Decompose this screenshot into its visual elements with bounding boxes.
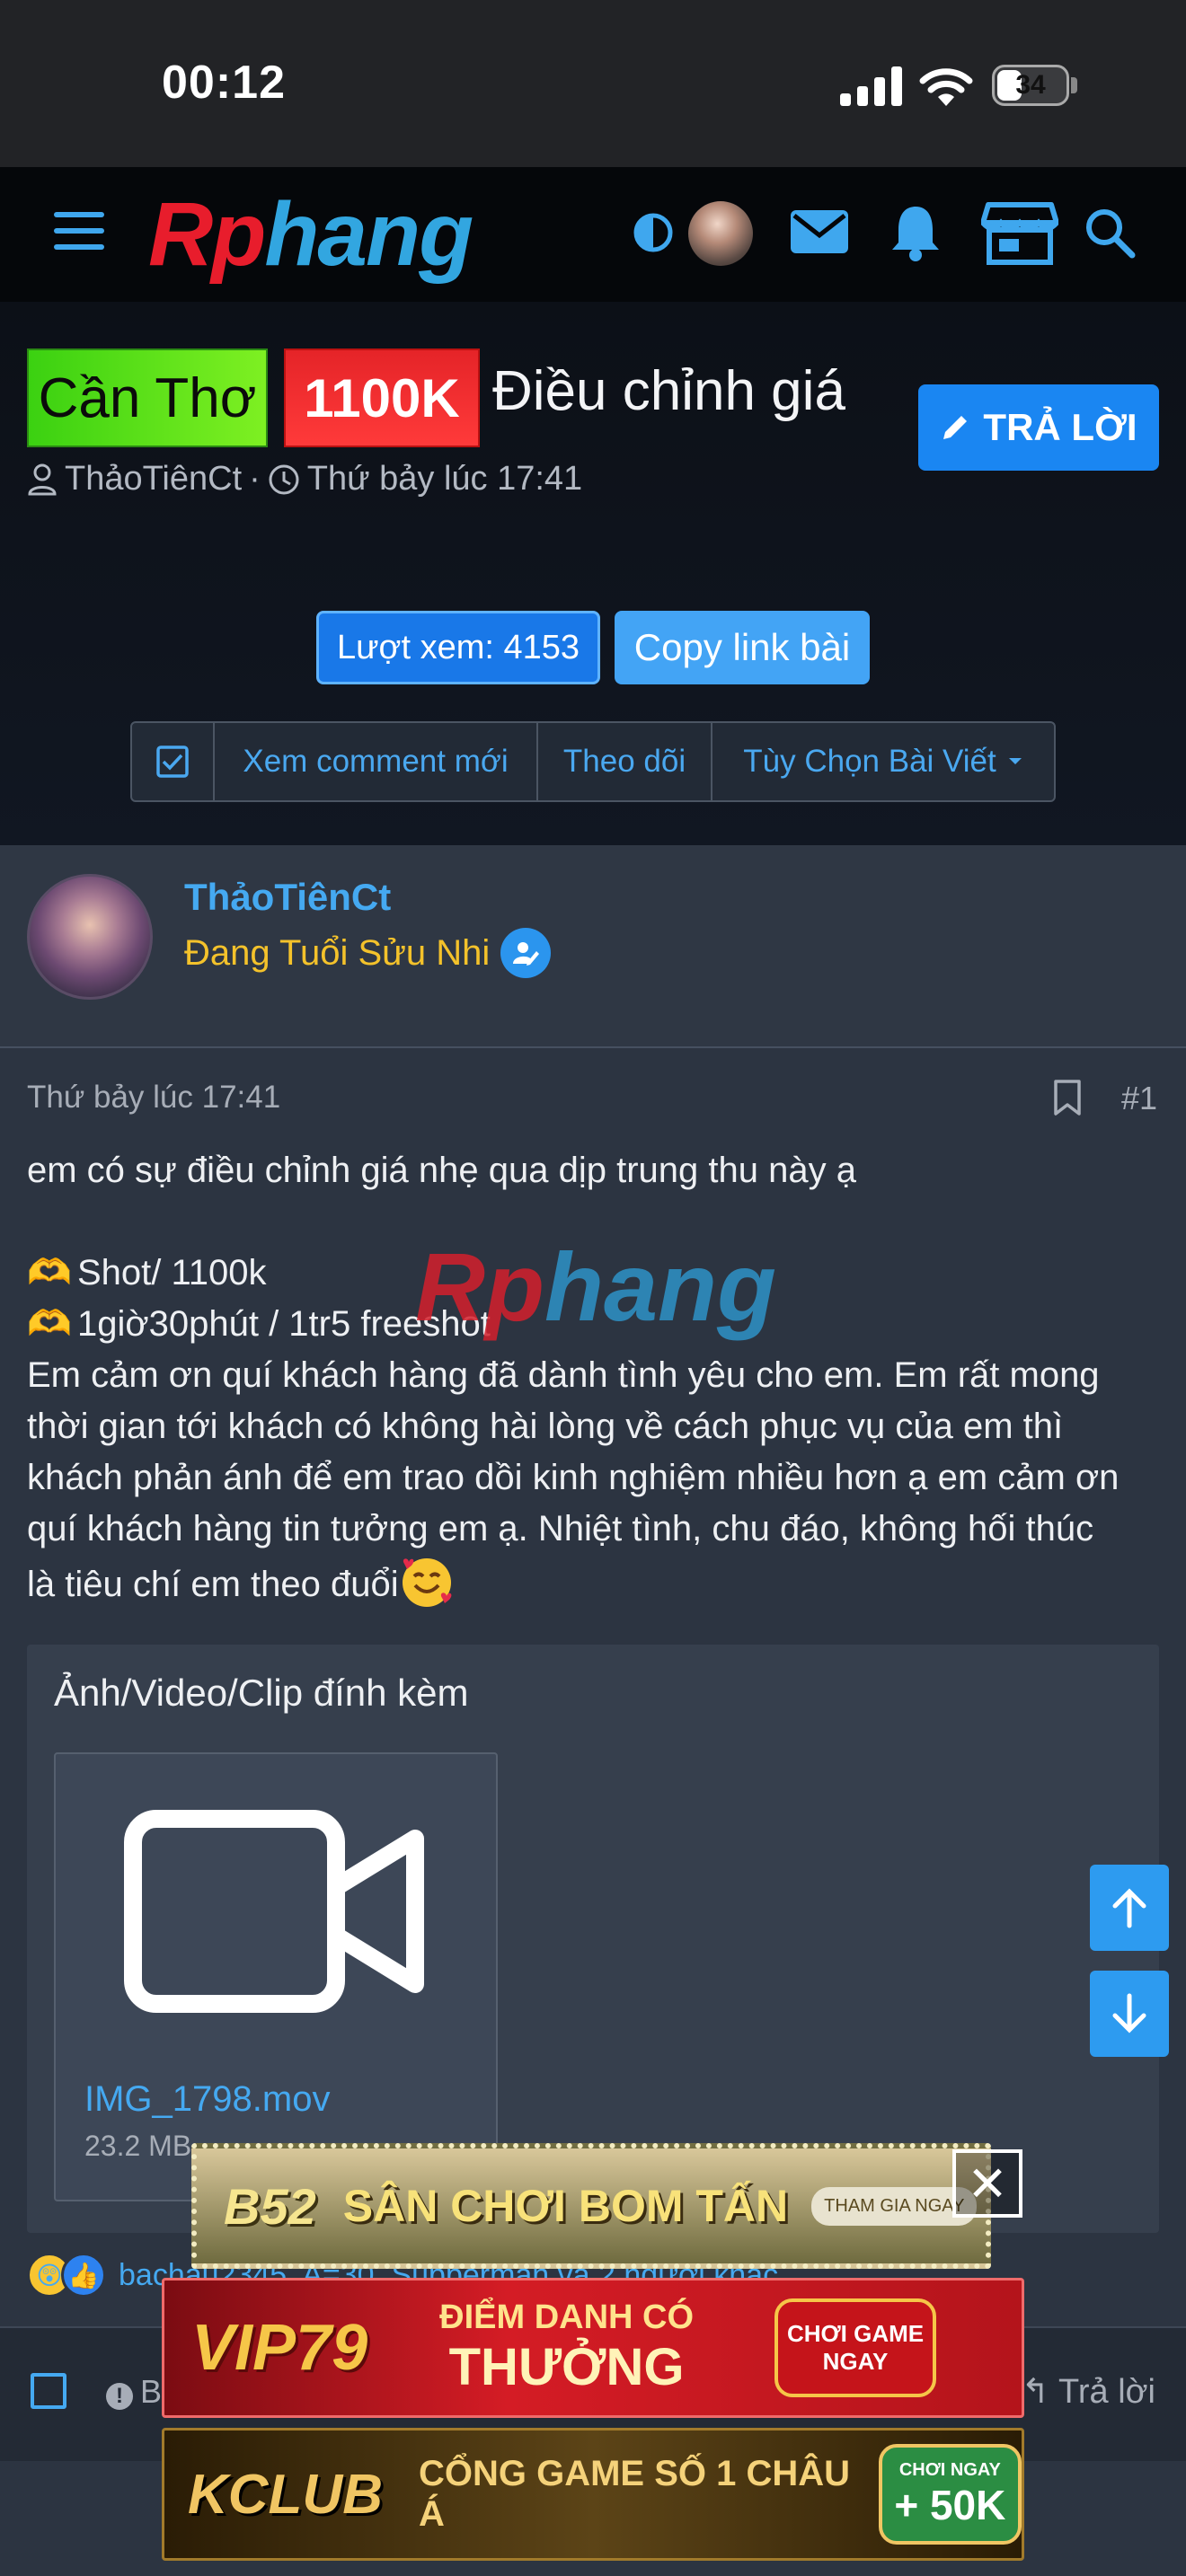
thread-meta: ThảoTiênCt · Thứ bảy lúc 17:41 [27, 460, 582, 498]
thread-author[interactable]: ThảoTiênCt [65, 460, 242, 498]
follow-button[interactable]: Theo dõi [538, 723, 712, 800]
views-count-button[interactable]: Lượt xem: 4153 [316, 611, 600, 684]
ad-cta[interactable]: CHƠI GAME NGAY [774, 2298, 937, 2397]
pencil-icon [943, 416, 968, 439]
reply-arrow-icon: ↰ [1021, 2373, 1059, 2411]
logo-part2: hang [264, 184, 474, 285]
post-line: là tiêu chí em theo đuổi [27, 1565, 399, 1604]
post-line: quí khách hàng tin tưởng em ạ. Nhiệt tìn… [27, 1509, 1094, 1548]
verified-badge-icon [500, 928, 552, 978]
thread-toolbar: Xem comment mới Theo dõi Tùy Chọn Bài Vi… [130, 721, 1056, 802]
ad-cta-top: CHƠI NGAY [898, 2459, 1001, 2480]
post-line: Shot/ 1100k [77, 1253, 267, 1292]
user-icon [28, 463, 57, 495]
arrow-down-icon [1112, 1993, 1146, 2033]
like-reaction-icon: 👍 [61, 2253, 106, 2298]
select-checkbox[interactable] [132, 723, 215, 800]
site-logo[interactable]: Rphang [148, 184, 474, 285]
notification-bell-icon[interactable] [890, 203, 942, 262]
caret-down-icon [1008, 758, 1022, 764]
ad-cta[interactable]: CHƠI NGAY + 50K [878, 2444, 1022, 2545]
post-line: Em cảm ơn quí khách hàng đã dành tình yê… [27, 1355, 1100, 1395]
status-bar: 00:12 34 [0, 0, 1186, 167]
watermark-part1: Rp [415, 1232, 544, 1341]
battery-level: 34 [1015, 70, 1046, 100]
watermark-logo: Rphang [415, 1231, 776, 1343]
reply-label: Trả lời [1058, 2373, 1155, 2411]
reply-link[interactable]: ↰ Trả lời [1021, 2371, 1155, 2412]
post-number[interactable]: #1 [1121, 1080, 1157, 1117]
ad-slogan: CỔNG GAME SỐ 1 CHÂU Á [418, 2454, 851, 2534]
user-avatar[interactable] [688, 201, 753, 266]
attachment-filesize: 23.2 MB [84, 2130, 192, 2162]
attachment-item[interactable]: IMG_1798.mov 23.2 MB [54, 1752, 498, 2201]
ad-banner-vip79[interactable]: VIP79 ĐIỂM DANH CÓ THƯỞNG CHƠI GAME NGAY [162, 2278, 1024, 2418]
menu-icon[interactable] [54, 212, 104, 251]
status-time: 00:12 [162, 57, 286, 109]
arrow-up-icon [1112, 1888, 1146, 1928]
author-title: Đang Tuổi Sửu Nhi [184, 928, 552, 978]
select-post-checkbox[interactable] [31, 2373, 66, 2409]
video-camera-icon [124, 1810, 424, 2013]
price-prefix-badge[interactable]: 1100K [284, 348, 480, 447]
post-line: thời gian tới khách có không hài lòng về… [27, 1407, 1064, 1446]
thread-date[interactable]: Thứ bảy lúc 17:41 [307, 460, 582, 498]
ad-slogan-top: ĐIỂM DANH CÓ [439, 2298, 695, 2336]
ad-banner-kclub[interactable]: KCLUB CỔNG GAME SỐ 1 CHÂU Á CHƠI NGAY + … [162, 2428, 1024, 2561]
author-name[interactable]: ThảoTiênCt [184, 876, 391, 919]
heart-hands-icon: 🫶 [27, 1304, 72, 1344]
search-icon[interactable] [1084, 207, 1136, 259]
ad-cta-bottom: + 50K [894, 2481, 1006, 2528]
location-prefix-badge[interactable]: Cần Thơ [27, 348, 268, 447]
ad-slogan: SÂN CHƠI BOM TẤN [342, 2181, 789, 2231]
reply-button[interactable]: TRẢ LỜI [918, 384, 1159, 471]
watermark-part2: hang [544, 1232, 776, 1341]
new-comments-button[interactable]: Xem comment mới [215, 723, 538, 800]
meta-separator: · [249, 460, 261, 498]
cellular-signal-icon [840, 66, 903, 106]
theme-toggle-icon[interactable] [633, 212, 674, 253]
ad-slogan-bottom: THƯỞNG [448, 2338, 685, 2396]
checkbox-icon [156, 745, 189, 778]
ad-brand: KCLUB [188, 2463, 383, 2526]
logo-part1: Rp [148, 184, 266, 285]
post-date[interactable]: Thứ bảy lúc 17:41 [27, 1080, 280, 1116]
warning-icon: ! [106, 2383, 133, 2410]
post-author-block: ThảoTiênCt Đang Tuổi Sửu Nhi [0, 845, 1186, 1048]
author-avatar[interactable] [27, 874, 153, 1000]
close-ad-icon[interactable]: ✕ [952, 2149, 1022, 2218]
ad-slogan: ĐIỂM DANH CÓ THƯỞNG [439, 2298, 694, 2397]
wifi-icon [919, 68, 973, 106]
smiling-face-with-hearts-icon [402, 1558, 451, 1607]
post-options-label: Tùy Chọn Bài Viết [743, 744, 996, 779]
post-content: em có sự điều chỉnh giá nhẹ qua dịp trun… [27, 1145, 1168, 1610]
mail-icon[interactable] [789, 208, 850, 255]
bookmark-icon[interactable] [1053, 1079, 1082, 1116]
clock-icon [269, 464, 299, 494]
app-header: Rphang [0, 167, 1186, 302]
thread-title: Điều chỉnh giá [492, 360, 845, 422]
attachments-title: Ảnh/Video/Clip đính kèm [54, 1672, 469, 1714]
post-line: em có sự điều chỉnh giá nhẹ qua dịp trun… [27, 1151, 856, 1190]
ad-brand: VIP79 [191, 2312, 368, 2384]
scroll-to-bottom-button[interactable] [1090, 1971, 1169, 2057]
reply-button-label: TRẢ LỜI [983, 406, 1137, 448]
heart-hands-icon: 🫶 [27, 1253, 72, 1292]
battery-icon: 34 [992, 65, 1069, 106]
attachment-filename[interactable]: IMG_1798.mov [84, 2079, 330, 2120]
store-icon[interactable] [981, 201, 1058, 266]
post-line: khách phản ánh để em trao dồi kinh nghiệ… [27, 1458, 1120, 1497]
copy-link-button[interactable]: Copy link bài [615, 611, 870, 684]
ad-brand: B52 [224, 2177, 316, 2235]
author-title-text: Đang Tuổi Sửu Nhi [184, 932, 491, 973]
scroll-to-top-button[interactable] [1090, 1865, 1169, 1951]
ad-banner-b52[interactable]: B52 SÂN CHƠI BOM TẤN THAM GIA NGAY [191, 2143, 991, 2269]
post-options-dropdown[interactable]: Tùy Chọn Bài Viết [712, 723, 1054, 800]
